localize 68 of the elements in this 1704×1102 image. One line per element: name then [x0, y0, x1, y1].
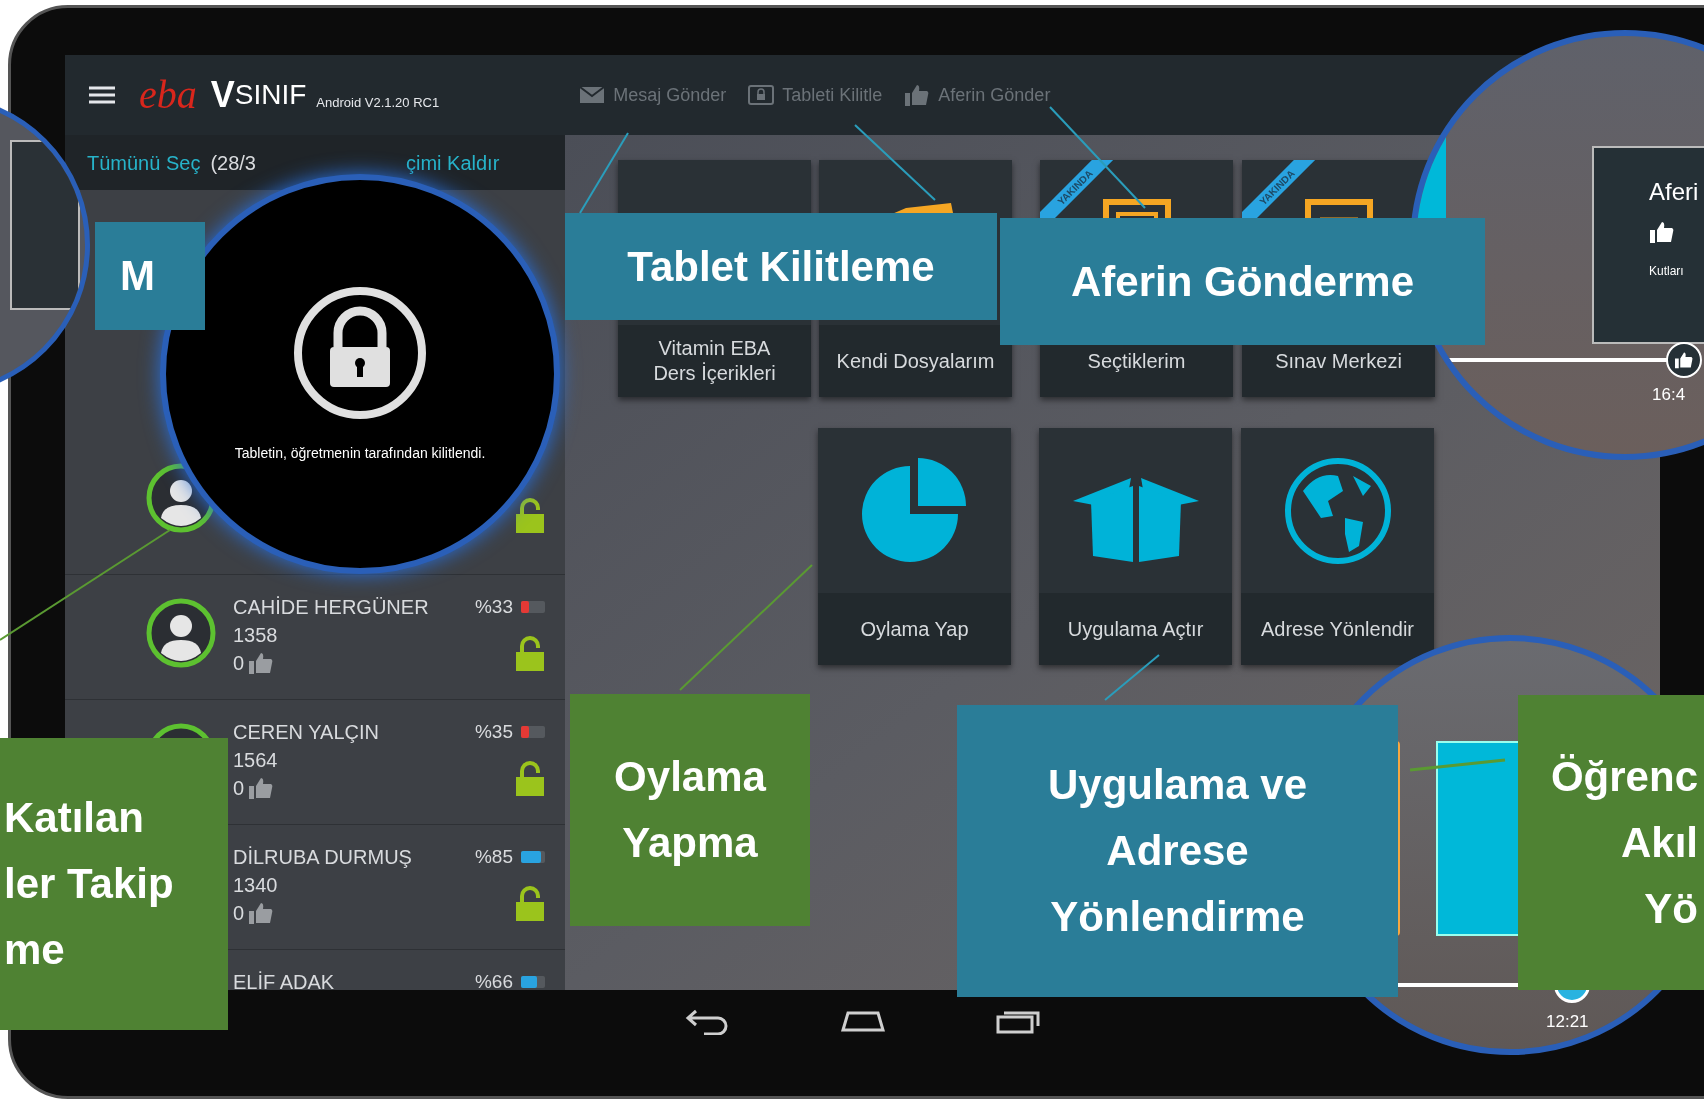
callout-text: Yönlendirme	[1050, 892, 1305, 942]
student-name: ELİF ADAK	[233, 970, 336, 990]
open-padlock-icon[interactable]	[515, 498, 545, 534]
home-icon[interactable]	[839, 1009, 886, 1033]
tile-label: Uygulama Açtır	[1067, 616, 1204, 642]
tile-label: Ders İçerikleri	[653, 361, 776, 386]
open-padlock-icon[interactable]	[515, 885, 545, 922]
thumbs-up-icon	[248, 651, 275, 675]
callout-text: ler Takip	[4, 859, 174, 909]
callout-text: Oylama	[614, 752, 766, 802]
thumbs-up-icon	[1674, 351, 1694, 369]
student-score: 1358	[233, 623, 279, 648]
tile-label: Kendi Dosyalarım	[836, 348, 995, 374]
student-score: 1340	[233, 873, 279, 898]
thumbs-up-icon	[248, 776, 275, 800]
popup-title: Aferi	[1649, 177, 1699, 207]
like-count: 0	[233, 901, 245, 926]
timeline-time: 16:4	[1652, 384, 1686, 406]
tile[interactable]: Oylama Yap	[818, 428, 1011, 665]
tile[interactable]: Uygulama Açtır	[1039, 428, 1232, 665]
battery-reading: %33	[474, 595, 513, 619]
tile-label: Seçtiklerim	[1087, 348, 1186, 374]
envelope-icon	[579, 85, 606, 105]
menu-icon[interactable]	[89, 85, 115, 105]
tile[interactable]: Adrese Yönlendir	[1241, 428, 1434, 665]
callout-text: me	[4, 925, 65, 975]
battery-reading: %35	[474, 720, 513, 744]
thumbs-up-icon	[904, 83, 931, 107]
callout-text: Katılan	[4, 793, 145, 843]
avatar-icon	[145, 597, 217, 669]
tablet-lock-icon	[748, 85, 775, 105]
callout-text: Yapma	[622, 818, 758, 868]
callout-text: Uygulama ve	[1047, 760, 1308, 810]
app-version: Android V2.1.20 RC1	[316, 94, 440, 113]
student-name: CEREN YALÇIN	[233, 720, 380, 745]
callout-text: Adrese	[1106, 826, 1249, 876]
callout-text: M	[120, 251, 155, 301]
like-count: 0	[233, 776, 245, 801]
globe-icon	[1282, 455, 1393, 566]
leader-line	[1104, 654, 1160, 701]
callout-text: Öğrenc	[1550, 751, 1698, 802]
tile-label: Oylama Yap	[860, 616, 969, 642]
student-name: DİLRUBA DURMUŞ	[233, 845, 413, 870]
thumbs-up-icon	[248, 901, 275, 925]
like-count: 0	[233, 651, 245, 676]
lock-message: Tabletin, öğretmenin tarafından kilitlendi.	[234, 443, 486, 463]
clear-selection-link[interactable]: çimi Kaldır	[406, 147, 500, 178]
back-icon[interactable]	[683, 1007, 730, 1035]
v-logo: V	[210, 77, 235, 113]
open-padlock-icon[interactable]	[515, 760, 545, 797]
thumbs-up-icon	[1649, 220, 1675, 244]
student-score: 1564	[233, 748, 279, 773]
sinif-logo: SINIF	[234, 81, 307, 109]
selection-count: (28/3	[210, 150, 256, 176]
student-name: CAHİDE HERGÜNER	[233, 595, 430, 620]
tile-label: Vitamin EBA	[658, 336, 771, 361]
timeline-time: 12:21	[1546, 1011, 1589, 1033]
callout-text: Yö	[1644, 883, 1698, 934]
callout-text: Akıl	[1620, 817, 1698, 868]
padlock-icon	[292, 284, 428, 421]
popup-caption: Kutları	[1649, 263, 1684, 280]
tile-label: Adrese Yönlendir	[1260, 616, 1415, 642]
eba-logo: eba	[139, 75, 197, 115]
battery-reading: %66	[474, 970, 513, 990]
select-all-link[interactable]: Tümünü Seç	[87, 147, 201, 178]
tile-label: Sınav Merkezi	[1275, 348, 1402, 374]
open-padlock-icon[interactable]	[515, 635, 545, 672]
battery-reading: %85	[474, 845, 513, 869]
